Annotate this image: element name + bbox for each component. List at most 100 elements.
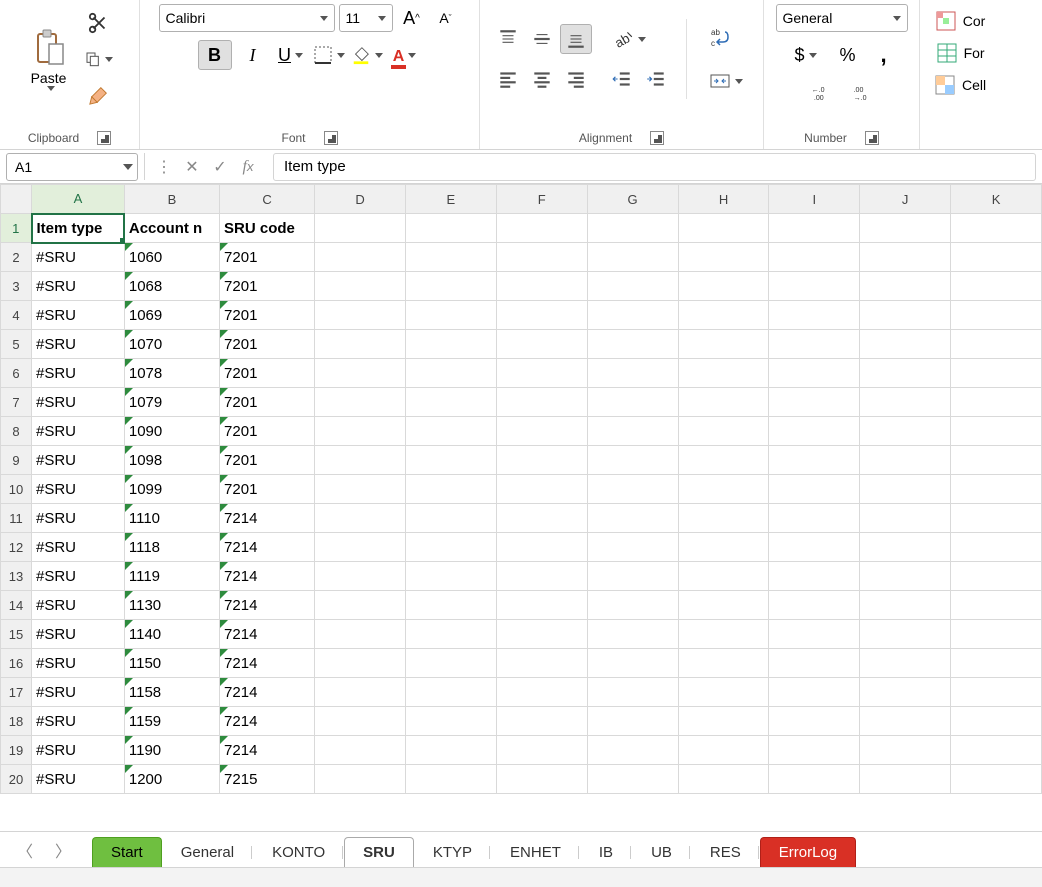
cell-D6[interactable] — [315, 359, 406, 388]
cell-E16[interactable] — [405, 649, 496, 678]
cell-G3[interactable] — [587, 272, 678, 301]
cell-B10[interactable]: 1099 — [124, 475, 219, 504]
cell-G4[interactable] — [587, 301, 678, 330]
cell-A2[interactable]: #SRU — [32, 243, 125, 272]
tab-scroll-left[interactable]: 〈 — [16, 837, 34, 863]
cell-C17[interactable]: 7214 — [220, 678, 315, 707]
cell-D19[interactable] — [315, 736, 406, 765]
accounting-format-button[interactable]: $ — [784, 40, 828, 70]
cell-C6[interactable]: 7201 — [220, 359, 315, 388]
cell-A7[interactable]: #SRU — [32, 388, 125, 417]
cell-H11[interactable] — [678, 504, 769, 533]
cell-B1[interactable]: Account n — [124, 214, 219, 243]
row-header-12[interactable]: 12 — [1, 533, 32, 562]
cell-B5[interactable]: 1070 — [124, 330, 219, 359]
cell-G13[interactable] — [587, 562, 678, 591]
cell-E8[interactable] — [405, 417, 496, 446]
row-header-6[interactable]: 6 — [1, 359, 32, 388]
cell-F3[interactable] — [496, 272, 587, 301]
cell-K8[interactable] — [951, 417, 1042, 446]
cell-A1[interactable]: Item type — [32, 214, 125, 243]
align-left-button[interactable] — [492, 64, 524, 94]
enter-formula-button[interactable]: ✓ — [207, 154, 233, 180]
cell-H20[interactable] — [678, 765, 769, 794]
cell-J10[interactable] — [860, 475, 951, 504]
wrap-text-button[interactable]: abc — [701, 20, 737, 54]
cell-A5[interactable]: #SRU — [32, 330, 125, 359]
cell-K10[interactable] — [951, 475, 1042, 504]
cell-F9[interactable] — [496, 446, 587, 475]
cell-I19[interactable] — [769, 736, 860, 765]
spreadsheet-grid[interactable]: ABCDEFGHIJK1Item typeAccount nSRU code2#… — [0, 184, 1042, 814]
decrease-font-button[interactable]: Aˇ — [431, 9, 461, 27]
format-painter-button[interactable] — [84, 81, 114, 109]
row-header-7[interactable]: 7 — [1, 388, 32, 417]
cell-F6[interactable] — [496, 359, 587, 388]
cell-D9[interactable] — [315, 446, 406, 475]
cell-D15[interactable] — [315, 620, 406, 649]
column-header-E[interactable]: E — [405, 185, 496, 214]
sheet-tab-UB[interactable]: UB — [632, 837, 691, 867]
cell-J15[interactable] — [860, 620, 951, 649]
cell-E14[interactable] — [405, 591, 496, 620]
cell-B9[interactable]: 1098 — [124, 446, 219, 475]
cell-J5[interactable] — [860, 330, 951, 359]
cell-F5[interactable] — [496, 330, 587, 359]
row-header-17[interactable]: 17 — [1, 678, 32, 707]
conditional-formatting-button[interactable]: Cor — [931, 8, 990, 34]
cell-J14[interactable] — [860, 591, 951, 620]
cell-K1[interactable] — [951, 214, 1042, 243]
cell-H5[interactable] — [678, 330, 769, 359]
cell-J3[interactable] — [860, 272, 951, 301]
column-header-D[interactable]: D — [315, 185, 406, 214]
cell-B20[interactable]: 1200 — [124, 765, 219, 794]
cell-A6[interactable]: #SRU — [32, 359, 125, 388]
cell-F20[interactable] — [496, 765, 587, 794]
cell-E1[interactable] — [405, 214, 496, 243]
cell-I13[interactable] — [769, 562, 860, 591]
formula-input[interactable]: Item type — [273, 153, 1036, 181]
cell-E4[interactable] — [405, 301, 496, 330]
cell-J1[interactable] — [860, 214, 951, 243]
cell-D4[interactable] — [315, 301, 406, 330]
cell-C11[interactable]: 7214 — [220, 504, 315, 533]
cell-I20[interactable] — [769, 765, 860, 794]
cell-J18[interactable] — [860, 707, 951, 736]
cell-H6[interactable] — [678, 359, 769, 388]
cell-G20[interactable] — [587, 765, 678, 794]
cell-D17[interactable] — [315, 678, 406, 707]
cell-I17[interactable] — [769, 678, 860, 707]
cell-E13[interactable] — [405, 562, 496, 591]
cell-K19[interactable] — [951, 736, 1042, 765]
cell-F11[interactable] — [496, 504, 587, 533]
cell-H4[interactable] — [678, 301, 769, 330]
cell-A19[interactable]: #SRU — [32, 736, 125, 765]
column-header-I[interactable]: I — [769, 185, 860, 214]
cell-D18[interactable] — [315, 707, 406, 736]
sheet-tab-KONTO[interactable]: KONTO — [253, 837, 344, 867]
cell-K9[interactable] — [951, 446, 1042, 475]
cell-H3[interactable] — [678, 272, 769, 301]
row-header-10[interactable]: 10 — [1, 475, 32, 504]
increase-indent-button[interactable] — [640, 64, 672, 94]
cell-K11[interactable] — [951, 504, 1042, 533]
cell-H2[interactable] — [678, 243, 769, 272]
cell-I8[interactable] — [769, 417, 860, 446]
cell-I11[interactable] — [769, 504, 860, 533]
cell-B17[interactable]: 1158 — [124, 678, 219, 707]
bold-button[interactable]: B — [198, 40, 232, 70]
cell-C10[interactable]: 7201 — [220, 475, 315, 504]
align-middle-button[interactable] — [526, 24, 558, 54]
formula-more-button[interactable]: ⋮ — [151, 154, 177, 180]
cell-I7[interactable] — [769, 388, 860, 417]
column-header-A[interactable]: A — [32, 185, 125, 214]
alignment-launcher[interactable] — [650, 131, 664, 145]
cell-H12[interactable] — [678, 533, 769, 562]
fill-color-button[interactable] — [350, 40, 384, 70]
sheet-tab-ErrorLog[interactable]: ErrorLog — [760, 837, 856, 867]
cell-K6[interactable] — [951, 359, 1042, 388]
row-header-13[interactable]: 13 — [1, 562, 32, 591]
cell-I1[interactable] — [769, 214, 860, 243]
cell-C12[interactable]: 7214 — [220, 533, 315, 562]
row-header-3[interactable]: 3 — [1, 272, 32, 301]
